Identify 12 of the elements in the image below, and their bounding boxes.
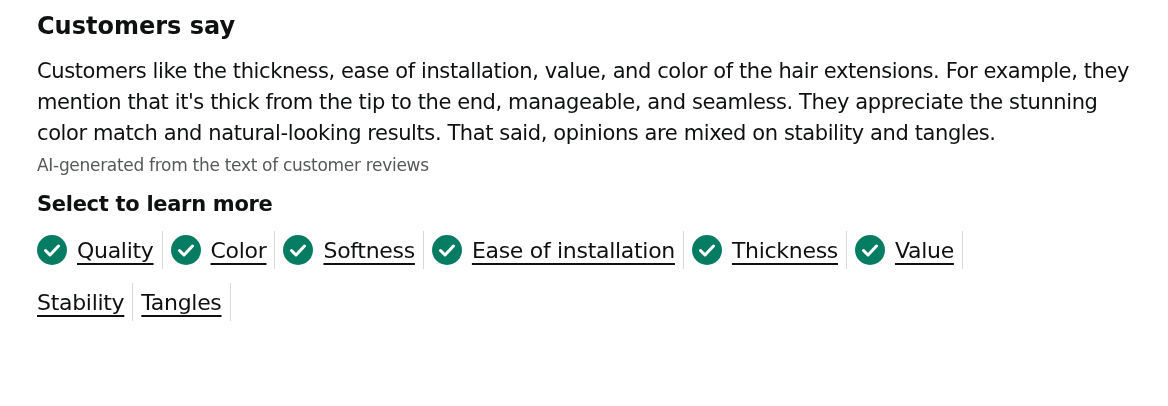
summary-text: Customers like the thickness, ease of installation, value, and color of the hair extensions. For example, they mention that it's thick from the tip to the end, manageable, and seamless. They appreciate the stunning color match and natural-looking results. That said, opinions are mixed on stability and tangles. [37, 58, 1130, 147]
aspect-link[interactable]: Tangles [141, 285, 222, 319]
ai-disclaimer: AI-generated from the text of customer reviews [37, 154, 430, 177]
aspect-link[interactable]: Color [210, 233, 267, 267]
aspect-link[interactable]: Quality [77, 233, 154, 267]
aspect-link[interactable]: Value [895, 233, 954, 267]
aspects-heading: Select to learn more [37, 191, 274, 218]
aspect-link[interactable]: Softness [323, 233, 415, 267]
aspect-link[interactable]: Thickness [731, 233, 838, 267]
aspect-link[interactable]: Ease of installation [471, 233, 675, 267]
aspect-link[interactable]: Stability [37, 285, 125, 319]
section-title: Customers say [37, 11, 237, 42]
